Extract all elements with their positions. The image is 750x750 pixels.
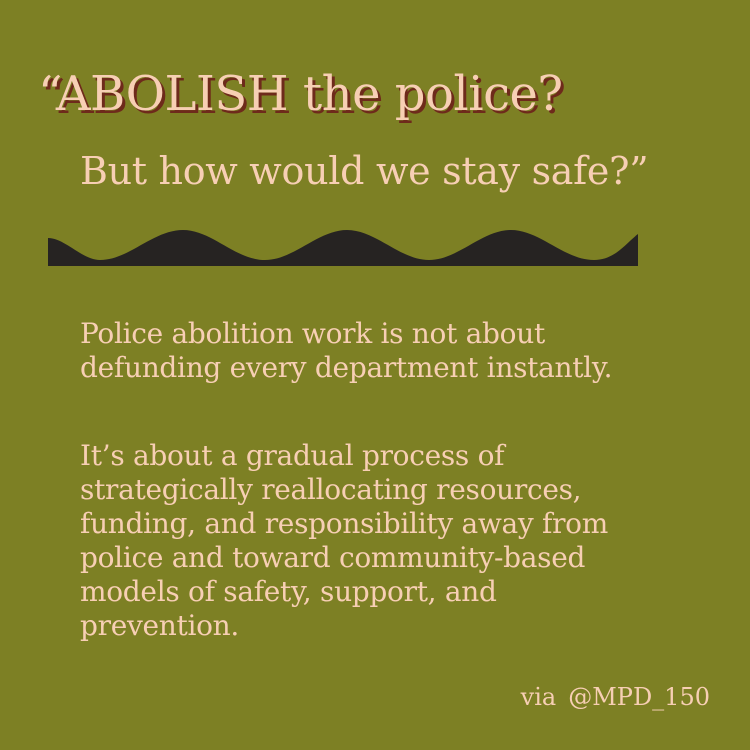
body-line: strategically reallocating resources, bbox=[80, 473, 582, 506]
body-line: funding, and responsibility away from bbox=[80, 507, 608, 540]
body-line: defunding every department instantly. bbox=[80, 351, 613, 384]
body-line: police and toward community-based bbox=[80, 541, 586, 574]
post-card: “ABOLISH the police? But how would we st… bbox=[0, 0, 750, 750]
headline-line-2: But how would we stay safe?” bbox=[80, 149, 649, 193]
body-line: models of safety, support, and bbox=[80, 575, 497, 608]
body-line: Police abolition work is not about bbox=[80, 317, 545, 350]
body-line: prevention. bbox=[80, 609, 239, 642]
headline-line-1: “ABOLISH the police? bbox=[38, 66, 563, 122]
body-paragraph-2: It’s about a gradual process of strategi… bbox=[80, 439, 680, 643]
wave-divider-icon bbox=[48, 230, 638, 266]
body-line: It’s about a gradual process of bbox=[80, 439, 505, 472]
credit-handle: @MPD_150 bbox=[568, 683, 710, 711]
body-paragraph-1: Police abolition work is not about defun… bbox=[80, 317, 680, 385]
source-credit: via @MPD_150 bbox=[521, 682, 710, 712]
credit-via-label: via bbox=[520, 683, 557, 711]
